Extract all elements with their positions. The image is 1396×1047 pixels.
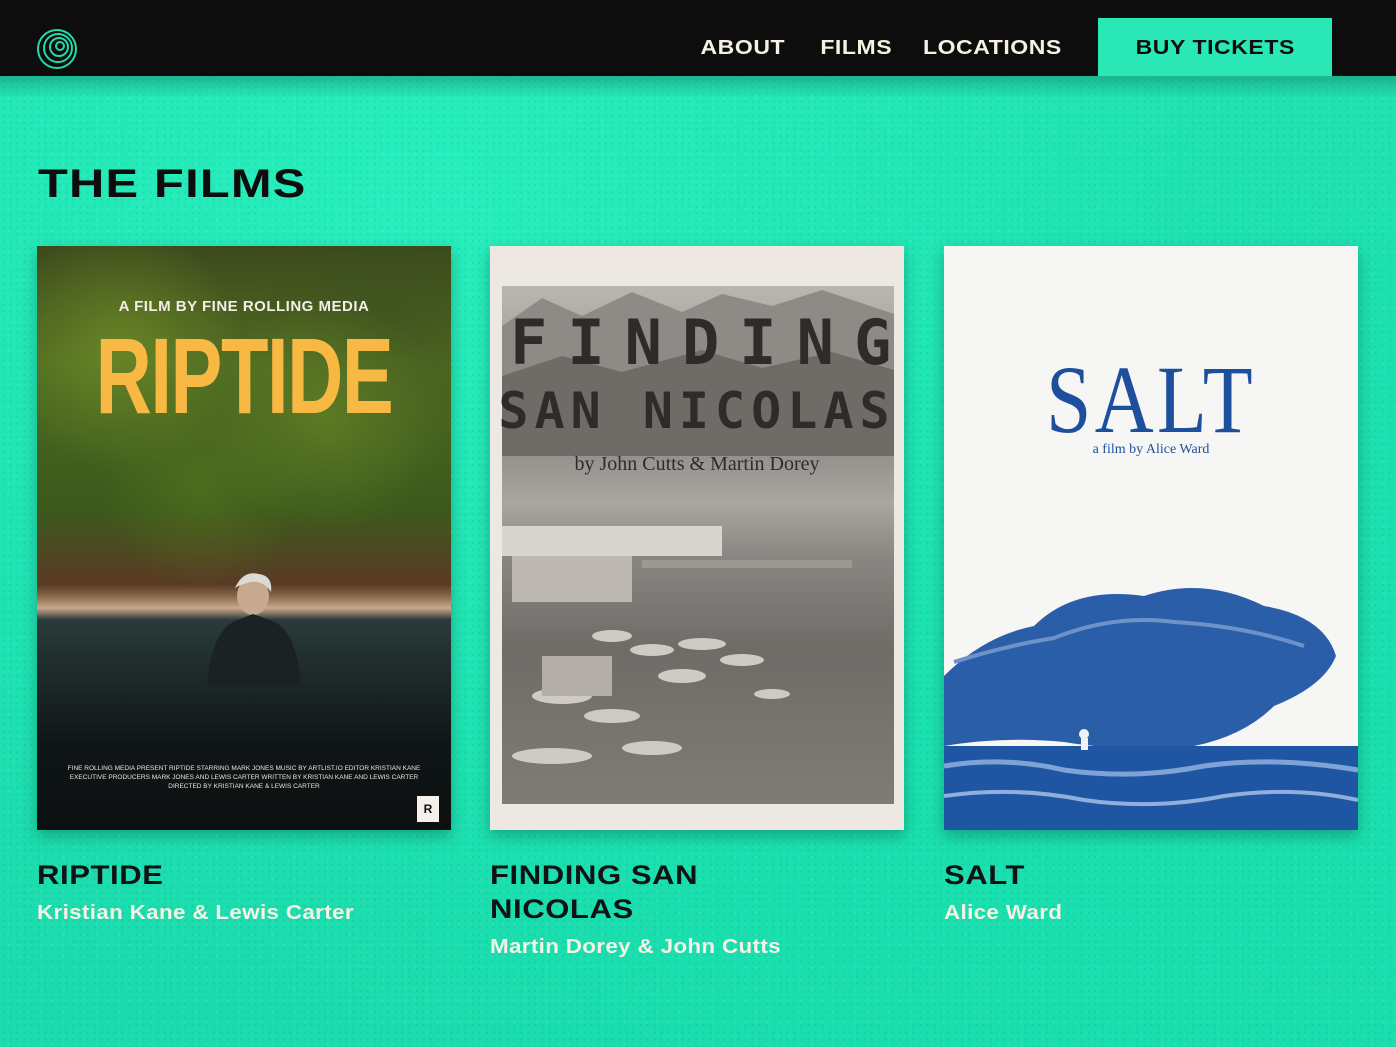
top-navigation-bar: ABOUT FILMS LOCATIONS BUY TICKETS <box>0 0 1396 78</box>
poster-title: RIPTIDE <box>95 315 394 436</box>
film-card-riptide: A FILM BY FINE ROLLING MEDIA RIPTIDE FIN… <box>37 246 451 925</box>
poster-byline: a film by Alice Ward <box>1092 442 1210 457</box>
film-makers: Alice Ward <box>944 902 1063 924</box>
poster-title-line-1: FINDING <box>510 306 904 379</box>
nav-about-link[interactable]: ABOUT <box>701 37 786 60</box>
film-card-finding-san-nicolas: FINDING SAN NICOLAS by John Cutts & Mart… <box>490 246 904 959</box>
film-title[interactable]: RIPTIDE <box>37 858 313 892</box>
poster-beach-boats <box>502 526 852 764</box>
film-makers: Martin Dorey & John Cutts <box>490 936 781 958</box>
poster-title-line-2: SAN NICOLAS <box>498 382 896 440</box>
film-title[interactable]: FINDING SAN NICOLAS <box>490 858 766 926</box>
logo-icon[interactable] <box>36 28 78 70</box>
nav-locations-link[interactable]: LOCATIONS <box>923 37 1062 60</box>
finding-san-nicolas-poster[interactable]: FINDING SAN NICOLAS by John Cutts & Mart… <box>490 246 904 830</box>
header-shadow <box>0 76 1396 98</box>
nav-films-link[interactable]: FILMS <box>820 37 892 60</box>
poster-credits: FINE ROLLING MEDIA PRESENT RIPTIDE STARR… <box>67 765 421 790</box>
main-nav: ABOUT FILMS LOCATIONS BUY TICKETS <box>701 18 1332 78</box>
poster-byline: by John Cutts & Martin Dorey <box>574 453 820 475</box>
swimmer-figure <box>207 573 301 686</box>
salt-poster[interactable]: SALT a film by Alice Ward <box>944 246 1358 830</box>
riptide-poster[interactable]: A FILM BY FINE ROLLING MEDIA RIPTIDE FIN… <box>37 246 451 830</box>
poster-title: SALT <box>1045 346 1257 453</box>
film-title[interactable]: SALT <box>944 858 1220 892</box>
poster-tagline: A FILM BY FINE ROLLING MEDIA <box>118 298 370 315</box>
buy-tickets-button[interactable]: BUY TICKETS <box>1098 18 1332 78</box>
buy-tickets-label: BUY TICKETS <box>1135 36 1295 59</box>
film-card-salt: SALT a film by Alice Ward SALT Alice War… <box>944 246 1358 925</box>
section-title: THE FILMS <box>38 162 307 206</box>
film-makers: Kristian Kane & Lewis Carter <box>37 902 354 924</box>
studio-badge: R <box>417 796 439 822</box>
poster-rock-illustration <box>944 588 1358 830</box>
